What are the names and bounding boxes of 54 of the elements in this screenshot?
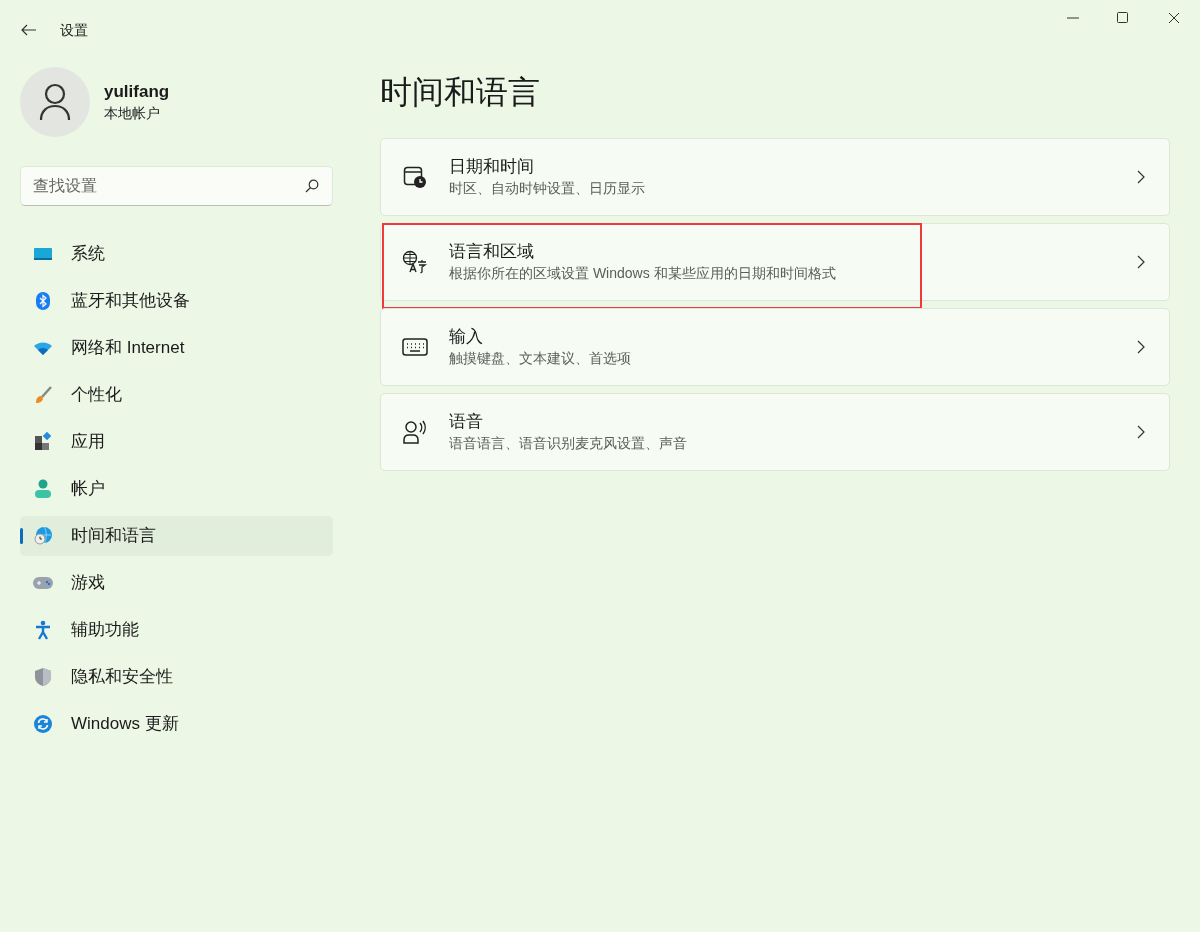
keyboard-icon (402, 338, 428, 356)
card-subtitle: 触摸键盘、文本建议、首选项 (449, 349, 631, 368)
card-title: 语言和区域 (449, 241, 535, 263)
sidebar-item[interactable]: 蓝牙和其他设备 (20, 281, 333, 321)
settings-card[interactable]: 输入 触摸键盘、文本建议、首选项 (380, 308, 1170, 386)
gamepad-icon (32, 576, 54, 590)
window-title: 设置 (60, 20, 88, 40)
user-name: yulifang (104, 81, 170, 103)
calendar-clock-icon (403, 165, 427, 189)
close-icon (1168, 12, 1180, 24)
shield-icon (34, 667, 52, 687)
page-title: 时间和语言 (380, 73, 541, 112)
card-subtitle: 时区、自动时钟设置、日历显示 (449, 179, 645, 198)
sidebar-item[interactable]: 应用 (20, 422, 333, 462)
account-type: 本地帐户 (104, 104, 161, 123)
globe-clock-icon (33, 526, 53, 546)
card-subtitle: 语音语言、语音识别麦克风设置、声音 (449, 434, 687, 453)
settings-card[interactable]: 语音 语音语言、语音识别麦克风设置、声音 (380, 393, 1170, 471)
chevron-right-icon (1137, 170, 1145, 184)
sidebar-item[interactable]: 隐私和安全性 (20, 657, 333, 697)
maximize-icon (1117, 12, 1129, 24)
accessibility-icon (34, 620, 52, 640)
sidebar-item[interactable]: 时间和语言 (20, 516, 333, 556)
settings-card[interactable]: 语言和区域 根据你所在的区域设置 Windows 和某些应用的日期和时间格式 (380, 223, 1170, 301)
search-field[interactable]: 查找设置 (20, 166, 333, 206)
refresh-icon (33, 714, 53, 734)
sidebar-item[interactable]: Windows 更新 (20, 704, 333, 744)
wifi-icon (33, 341, 53, 355)
language-icon (402, 250, 428, 274)
back-arrow-icon (21, 24, 37, 36)
person-icon (39, 82, 71, 122)
card-title: 日期和时间 (449, 156, 535, 178)
person-icon (34, 479, 52, 499)
card-title: 语音 (449, 411, 484, 433)
monitor-icon (33, 246, 53, 262)
speaking-person-icon (402, 420, 428, 444)
sidebar-item[interactable]: 帐户 (20, 469, 333, 509)
settings-card[interactable]: 日期和时间 时区、自动时钟设置、日历显示 (380, 138, 1170, 216)
minimize-icon (1067, 17, 1079, 19)
sidebar-item[interactable]: 游戏 (20, 563, 333, 603)
chevron-right-icon (1137, 425, 1145, 439)
bluetooth-icon (35, 291, 51, 311)
card-title: 输入 (449, 326, 484, 348)
chevron-right-icon (1137, 340, 1145, 354)
apps-icon (33, 432, 53, 452)
sidebar-item[interactable]: 系统 (20, 234, 333, 274)
sidebar-item[interactable]: 网络和 Internet (20, 328, 333, 368)
chevron-right-icon (1137, 255, 1145, 269)
selection-indicator (20, 528, 23, 544)
paintbrush-icon (33, 385, 53, 405)
card-subtitle: 根据你所在的区域设置 Windows 和某些应用的日期和时间格式 (449, 264, 836, 283)
sidebar-item[interactable]: 辅助功能 (20, 610, 333, 650)
search-icon (305, 179, 319, 193)
sidebar-item[interactable]: 个性化 (20, 375, 333, 415)
